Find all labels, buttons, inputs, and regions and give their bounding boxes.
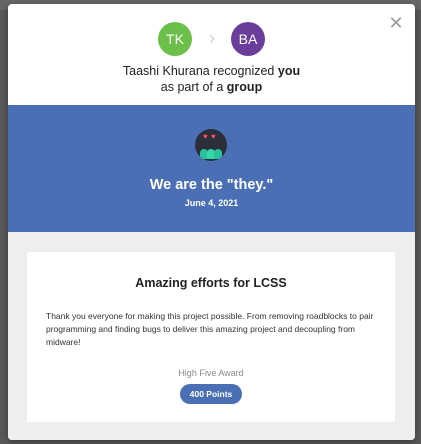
chevron-right-icon: › [209, 28, 215, 48]
recognition-modal: ✕ TK › BA Taashi Khurana recognized you … [8, 4, 415, 440]
message-section: Amazing efforts for LCSS Thank you every… [8, 232, 415, 440]
giver-avatar[interactable]: TK [158, 22, 192, 56]
giver-name[interactable]: Taashi Khurana [123, 64, 210, 78]
recognition-summary: Taashi Khurana recognized you as part of… [8, 63, 415, 95]
recognized-text: recognized [213, 64, 275, 78]
recipient-initials: BA [238, 31, 258, 47]
points-badge: 400 Points [180, 384, 242, 404]
recognition-line-1: Taashi Khurana recognized you [8, 63, 415, 79]
recipient-avatar[interactable]: BA [231, 22, 265, 56]
you-text: you [277, 64, 301, 78]
banner-date: June 4, 2021 [184, 198, 239, 208]
award-name: High Five Award [178, 368, 244, 378]
award-banner: ♥ ♥ We are the "they." June 4, 2021 [8, 105, 415, 232]
recognition-line-2: as part of a group [8, 79, 415, 95]
message-card: Amazing efforts for LCSS Thank you every… [27, 252, 395, 422]
message-title: Amazing efforts for LCSS [135, 276, 287, 290]
group-text: group [226, 80, 263, 94]
avatar-row: TK › BA [8, 22, 415, 56]
giver-initials: TK [166, 31, 184, 47]
message-body: Thank you everyone for making this proje… [46, 311, 374, 347]
team-hearts-icon: ♥ ♥ [195, 129, 227, 161]
banner-title: We are the "they." [149, 177, 274, 193]
as-part-of-text: as part of a [160, 80, 224, 94]
